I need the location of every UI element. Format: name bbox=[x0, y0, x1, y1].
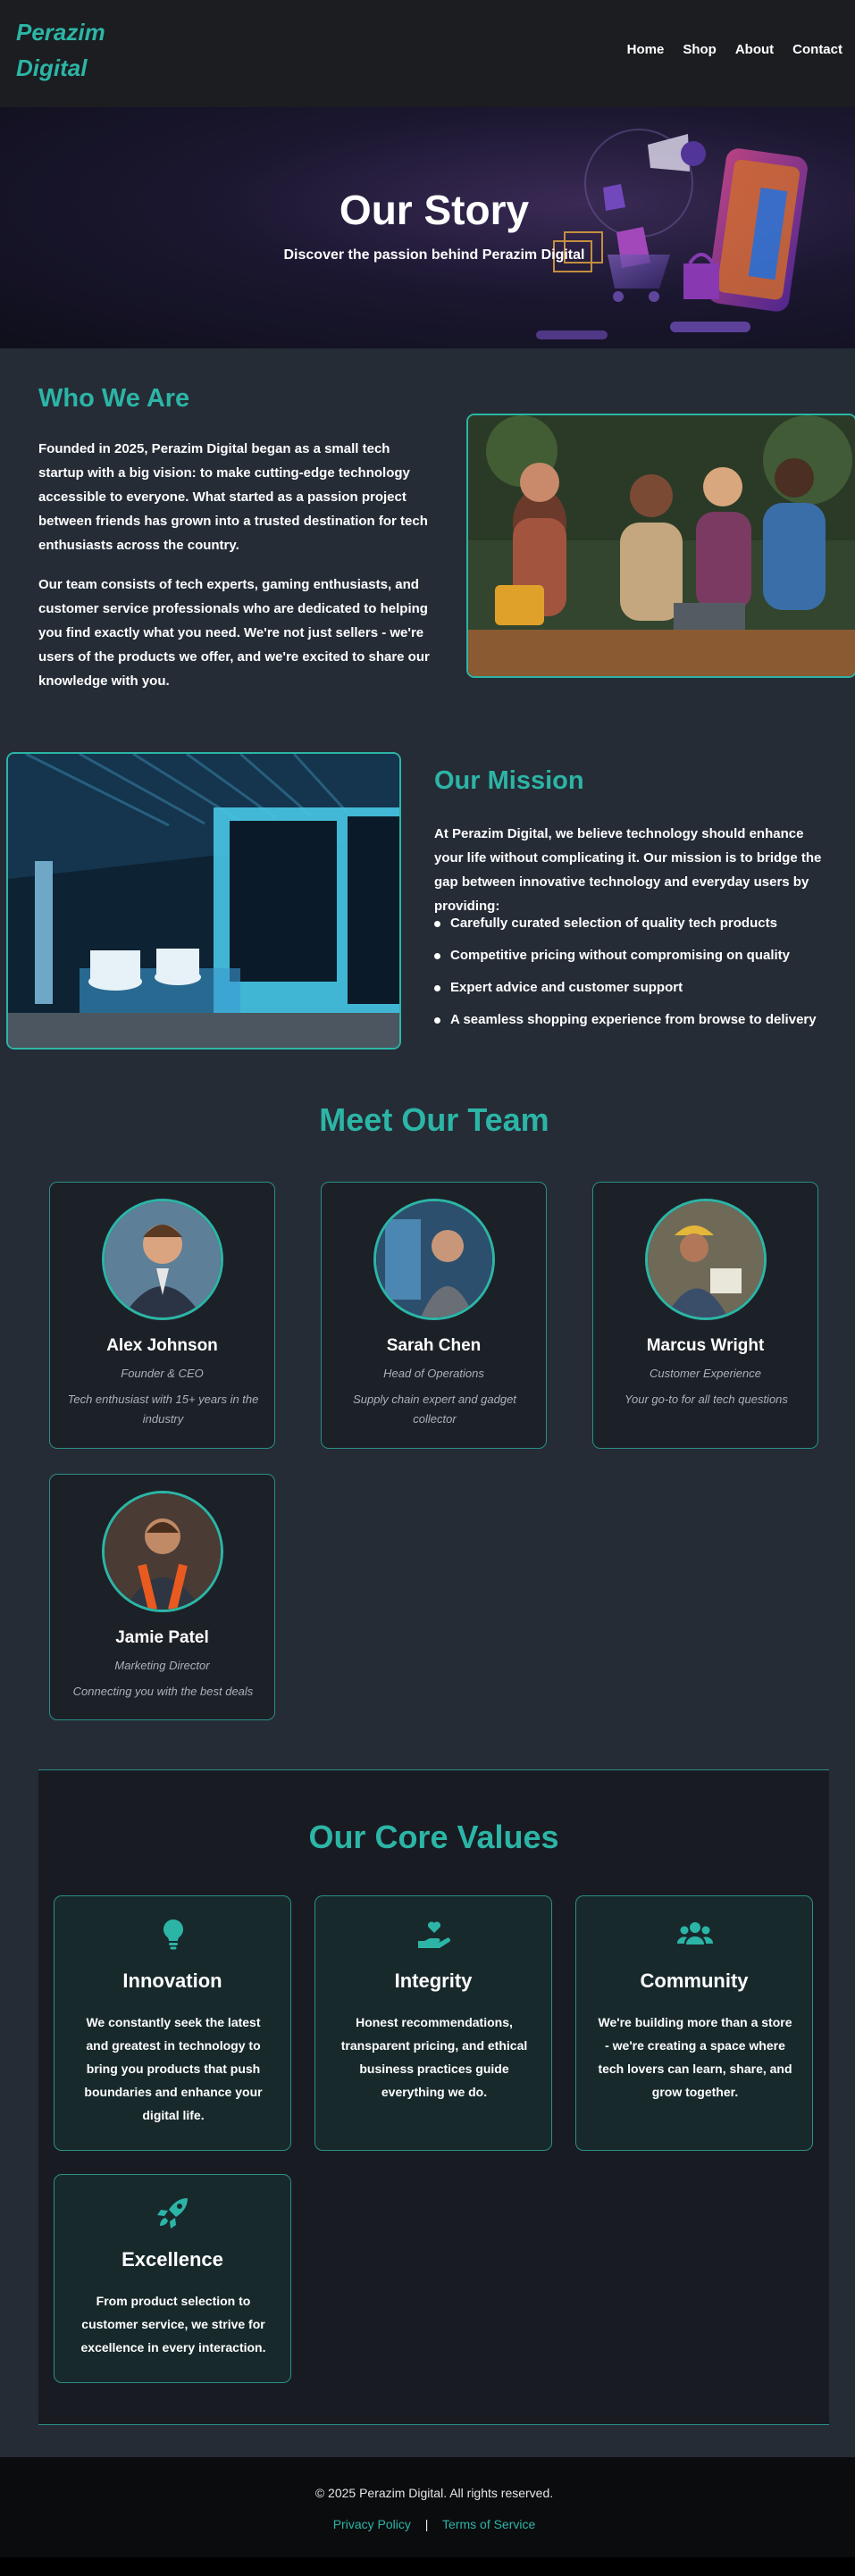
avatar bbox=[373, 1199, 495, 1320]
team-member-role: Marketing Director bbox=[114, 1659, 210, 1672]
who-we-are-text: Founded in 2025, Perazim Digital began a… bbox=[38, 437, 432, 693]
our-mission-heading: Our Mission bbox=[434, 766, 584, 795]
footer-links: Privacy Policy | Terms of Service bbox=[0, 2517, 855, 2531]
who-we-are-heading: Who We Are bbox=[38, 384, 190, 413]
team-member-name: Sarah Chen bbox=[386, 1336, 482, 1355]
team-member-name: Jamie Patel bbox=[115, 1628, 209, 1647]
team-card-marcus-wright: Marcus Wright Customer Experience Your g… bbox=[592, 1182, 818, 1449]
core-values-section: Our Core Values Innovation We constantly… bbox=[38, 1769, 829, 2425]
value-text: We're building more than a store - we're… bbox=[598, 2015, 792, 2099]
rocket-icon bbox=[157, 2198, 188, 2229]
who-paragraph-1: Founded in 2025, Perazim Digital began a… bbox=[38, 441, 428, 553]
mission-list: Carefully curated selection of quality t… bbox=[434, 907, 836, 1036]
value-card-innovation: Innovation We constantly seek the latest… bbox=[54, 1895, 291, 2151]
mission-list-item: Competitive pricing without compromising… bbox=[434, 940, 836, 972]
team-member-role: Customer Experience bbox=[650, 1367, 761, 1380]
team-member-bio: Supply chain expert and gadget collector bbox=[353, 1393, 516, 1426]
copyright-text: © 2025 Perazim Digital. All rights reser… bbox=[314, 2486, 554, 2500]
value-card-excellence: Excellence From product selection to cus… bbox=[54, 2174, 291, 2383]
value-text: Honest recommendations, transparent pric… bbox=[340, 2015, 528, 2099]
avatar bbox=[645, 1199, 767, 1320]
privacy-policy-link[interactable]: Privacy Policy bbox=[333, 2517, 411, 2531]
nav-link-shop[interactable]: Shop bbox=[683, 42, 717, 57]
team-member-role: Head of Operations bbox=[383, 1367, 484, 1380]
team-card-alex-johnson: Alex Johnson Founder & CEO Tech enthusia… bbox=[49, 1182, 275, 1449]
tech-store-showroom-photo bbox=[6, 752, 401, 1050]
team-member-role: Founder & CEO bbox=[121, 1367, 204, 1380]
main-nav: Home Shop About Contact bbox=[627, 42, 842, 57]
value-name: Innovation bbox=[122, 1970, 222, 1992]
who-paragraph-2: Our team consists of tech experts, gamin… bbox=[38, 577, 430, 689]
site-footer: © 2025 Perazim Digital. All rights reser… bbox=[0, 2457, 855, 2557]
value-card-integrity: Integrity Honest recommendations, transp… bbox=[314, 1895, 552, 2151]
brand-logo[interactable]: Perazim Digital bbox=[16, 14, 150, 86]
team-member-bio: Connecting you with the best deals bbox=[72, 1685, 254, 1698]
page-bottom-strip bbox=[0, 2557, 855, 2576]
mission-list-item: Expert advice and customer support bbox=[434, 972, 836, 1004]
mission-list-item: A seamless shopping experience from brow… bbox=[434, 1004, 836, 1036]
footer-separator: | bbox=[424, 2517, 429, 2531]
mission-list-item: Carefully curated selection of quality t… bbox=[434, 907, 836, 940]
value-name: Excellence bbox=[122, 2248, 223, 2271]
nav-link-about[interactable]: About bbox=[735, 42, 774, 57]
nav-link-contact[interactable]: Contact bbox=[792, 42, 842, 57]
team-member-bio: Your go-to for all tech questions bbox=[624, 1393, 788, 1406]
team-member-bio: Tech enthusiast with 15+ years in the in… bbox=[67, 1393, 259, 1426]
users-icon bbox=[677, 1922, 713, 1945]
value-card-community: Community We're building more than a sto… bbox=[575, 1895, 813, 2151]
value-name: Community bbox=[640, 1970, 749, 1992]
team-working-photo bbox=[466, 414, 855, 678]
team-card-sarah-chen: Sarah Chen Head of Operations Supply cha… bbox=[321, 1182, 547, 1449]
avatar bbox=[102, 1199, 223, 1320]
team-member-name: Alex Johnson bbox=[106, 1336, 218, 1355]
lightbulb-icon bbox=[163, 1919, 184, 1950]
terms-of-service-link[interactable]: Terms of Service bbox=[442, 2517, 535, 2531]
hero-banner: Our Story Discover the passion behind Pe… bbox=[0, 107, 855, 348]
value-name: Integrity bbox=[394, 1970, 473, 1992]
hero-title: Our Story bbox=[339, 187, 530, 233]
value-text: From product selection to customer servi… bbox=[80, 2294, 266, 2354]
meet-our-team-heading: Meet Our Team bbox=[319, 1101, 549, 1138]
core-values-heading: Our Core Values bbox=[308, 1819, 559, 1855]
nav-link-home[interactable]: Home bbox=[627, 42, 665, 57]
mission-text: At Perazim Digital, we believe technolog… bbox=[434, 826, 822, 914]
team-card-jamie-patel: Jamie Patel Marketing Director Connectin… bbox=[49, 1474, 275, 1720]
team-member-name: Marcus Wright bbox=[646, 1336, 765, 1355]
hand-heart-icon bbox=[418, 1921, 450, 1948]
site-header: Perazim Digital Home Shop About Contact bbox=[0, 0, 855, 107]
hero-subtitle: Discover the passion behind Perazim Digi… bbox=[283, 247, 585, 263]
value-text: We constantly seek the latest and greate… bbox=[84, 2015, 263, 2122]
avatar bbox=[102, 1491, 223, 1612]
